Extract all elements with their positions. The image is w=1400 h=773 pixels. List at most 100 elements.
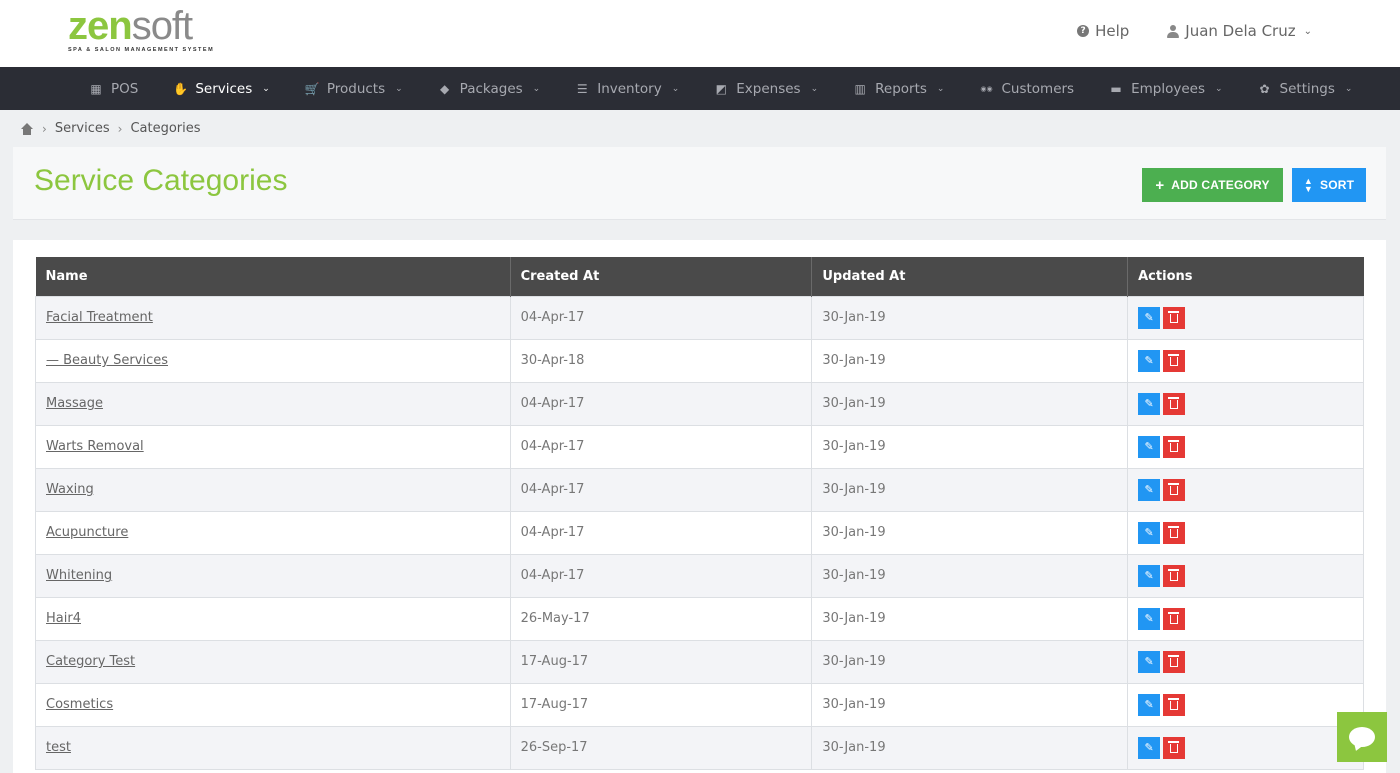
table-row: Whitening 04-Apr-17 30-Jan-19 ✎ <box>35 553 1364 598</box>
user-name: Juan Dela Cruz <box>1185 22 1296 40</box>
home-icon[interactable] <box>20 122 34 135</box>
category-link[interactable]: test <box>46 740 71 755</box>
nav-inventory[interactable]: ☰ Inventory ⌄ <box>575 81 679 97</box>
delete-button[interactable] <box>1163 693 1186 716</box>
edit-button[interactable]: ✎ <box>1138 349 1161 372</box>
delete-button[interactable] <box>1163 349 1186 372</box>
cart-icon: 🛒 <box>304 81 320 96</box>
zensoft-logo[interactable]: zensoft SPA & SALON MANAGEMENT SYSTEM <box>68 6 214 53</box>
chevron-down-icon: ⌄ <box>1303 25 1312 37</box>
nav-expenses[interactable]: ◩ Expenses ⌄ <box>714 81 819 97</box>
category-link[interactable]: Warts Removal <box>46 439 144 454</box>
edit-button[interactable]: ✎ <box>1138 392 1161 415</box>
edit-icon: ◩ <box>715 81 727 96</box>
cell-created-at: 30-Apr-18 <box>509 338 813 383</box>
pencil-icon: ✎ <box>1144 354 1154 367</box>
delete-button[interactable] <box>1163 435 1186 458</box>
category-link[interactable]: Whitening <box>46 568 112 583</box>
calculator-icon: ▦ <box>90 81 102 96</box>
category-link[interactable]: Waxing <box>46 482 94 497</box>
edit-button[interactable]: ✎ <box>1138 693 1161 716</box>
cell-created-at: 04-Apr-17 <box>509 381 813 426</box>
chevron-down-icon: ⌄ <box>395 83 403 94</box>
table-row: Category Test 17-Aug-17 30-Jan-19 ✎ <box>35 639 1364 684</box>
edit-button[interactable]: ✎ <box>1138 435 1161 458</box>
cell-updated-at: 30-Jan-19 <box>811 424 1129 469</box>
header-name[interactable]: Name <box>35 257 511 296</box>
header-actions: Actions <box>1127 257 1364 296</box>
cell-actions: ✎ <box>1127 510 1364 555</box>
cell-actions: ✎ <box>1127 596 1364 641</box>
chat-button[interactable] <box>1337 712 1387 762</box>
nav-reports[interactable]: ▥ Reports ⌄ <box>853 81 944 97</box>
nav-employees[interactable]: ▬ Employees ⌄ <box>1109 81 1222 97</box>
briefcase-icon: ▬ <box>1110 81 1122 96</box>
breadcrumb-categories: Categories <box>130 121 201 136</box>
cell-actions: ✎ <box>1127 553 1364 598</box>
nav-pos[interactable]: ▦ POS <box>89 81 138 97</box>
cell-name: Hair4 <box>35 596 511 641</box>
pencil-icon: ✎ <box>1144 440 1154 453</box>
delete-button[interactable] <box>1163 607 1186 630</box>
nav-customers[interactable]: ◉◉ Customers <box>979 81 1074 97</box>
cell-updated-at: 30-Jan-19 <box>811 467 1129 512</box>
page-title: Service Categories <box>34 164 288 197</box>
edit-button[interactable]: ✎ <box>1138 564 1161 587</box>
plus-icon: + <box>1155 176 1165 194</box>
delete-button[interactable] <box>1163 564 1186 587</box>
breadcrumb-services[interactable]: Services <box>55 121 110 136</box>
user-icon <box>1167 24 1180 38</box>
category-link[interactable]: — Beauty Services <box>46 353 168 368</box>
cell-actions: ✎ <box>1127 295 1364 340</box>
category-link[interactable]: Cosmetics <box>46 697 113 712</box>
cell-actions: ✎ <box>1127 682 1364 727</box>
cell-created-at: 04-Apr-17 <box>509 295 813 340</box>
edit-button[interactable]: ✎ <box>1138 736 1161 759</box>
edit-button[interactable]: ✎ <box>1138 521 1161 544</box>
sort-label: SORT <box>1319 178 1355 192</box>
trash-icon <box>1168 526 1180 538</box>
trash-icon <box>1168 655 1180 667</box>
edit-button[interactable]: ✎ <box>1138 478 1161 501</box>
sort-button[interactable]: ▲ ▼ SORT <box>1292 168 1366 202</box>
add-category-button[interactable]: + ADD CATEGORY <box>1142 168 1283 202</box>
nav-products[interactable]: 🛒 Products ⌄ <box>305 81 403 97</box>
list-icon: ☰ <box>576 81 588 96</box>
category-link[interactable]: Category Test <box>46 654 135 669</box>
user-menu[interactable]: Juan Dela Cruz ⌄ <box>1167 22 1312 40</box>
nav-services[interactable]: ✋ Services ⌄ <box>173 81 269 97</box>
header-updated-at[interactable]: Updated At <box>811 257 1129 296</box>
nav-label: Customers <box>1001 80 1075 97</box>
cell-created-at: 26-Sep-17 <box>509 725 813 770</box>
delete-button[interactable] <box>1163 478 1186 501</box>
cell-created-at: 04-Apr-17 <box>509 467 813 512</box>
cell-created-at: 04-Apr-17 <box>509 553 813 598</box>
delete-button[interactable] <box>1163 736 1186 759</box>
page-header: Service Categories + ADD CATEGORY ▲ ▼ SOR… <box>13 147 1386 220</box>
edit-button[interactable]: ✎ <box>1138 650 1161 673</box>
nav-label: Products <box>326 80 386 97</box>
delete-button[interactable] <box>1163 650 1186 673</box>
cell-updated-at: 30-Jan-19 <box>811 381 1129 426</box>
nav-settings[interactable]: ✿ Settings ⌄ <box>1258 81 1353 97</box>
chevron-down-icon: ⌄ <box>1344 83 1353 94</box>
nav-packages[interactable]: ◆ Packages ⌄ <box>438 81 540 97</box>
help-link[interactable]: ? Help <box>1077 22 1129 40</box>
table-row: — Beauty Services 30-Apr-18 30-Jan-19 ✎ <box>35 338 1364 383</box>
add-category-label: ADD CATEGORY <box>1171 178 1270 192</box>
category-link[interactable]: Hair4 <box>46 611 81 626</box>
header-created-at[interactable]: Created At <box>510 257 813 296</box>
category-link[interactable]: Acupuncture <box>46 525 128 540</box>
category-link[interactable]: Facial Treatment <box>46 310 153 325</box>
top-bar: zensoft SPA & SALON MANAGEMENT SYSTEM ? … <box>0 0 1400 67</box>
delete-button[interactable] <box>1163 521 1186 544</box>
logo-tagline: SPA & SALON MANAGEMENT SYSTEM <box>68 47 215 53</box>
delete-button[interactable] <box>1163 392 1186 415</box>
edit-button[interactable]: ✎ <box>1138 607 1161 630</box>
category-link[interactable]: Massage <box>46 396 103 411</box>
edit-button[interactable]: ✎ <box>1138 306 1161 329</box>
trash-icon <box>1168 698 1180 710</box>
trash-icon <box>1168 741 1180 753</box>
delete-button[interactable] <box>1163 306 1186 329</box>
table-row: Acupuncture 04-Apr-17 30-Jan-19 ✎ <box>35 510 1364 555</box>
